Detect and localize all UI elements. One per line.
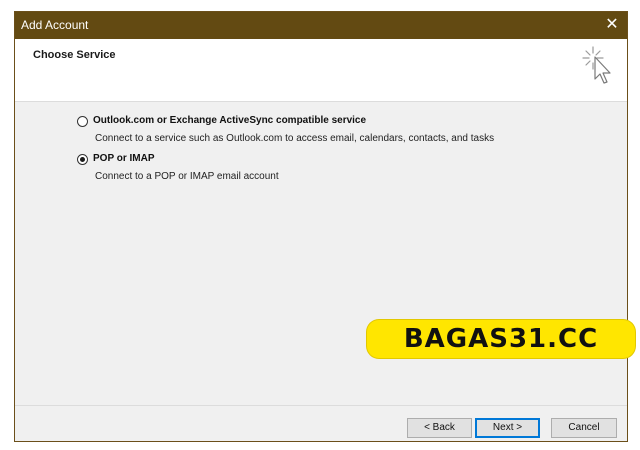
page-title: Choose Service <box>33 49 116 61</box>
watermark-logo: BAGAS31.CC <box>367 320 635 358</box>
window-title: Add Account <box>21 18 89 32</box>
next-button[interactable]: Next > <box>475 418 540 438</box>
option-description: Connect to a POP or IMAP email account <box>95 171 279 182</box>
radio-pop-imap[interactable] <box>77 154 88 165</box>
option-label[interactable]: Outlook.com or Exchange ActiveSync compa… <box>93 115 366 126</box>
close-button[interactable]: ✕ <box>597 12 627 39</box>
header-panel: Choose Service <box>15 39 627 102</box>
option-description: Connect to a service such as Outlook.com… <box>95 133 495 144</box>
title-bar[interactable]: Add Account ✕ <box>15 12 627 39</box>
magic-wand-cursor-icon <box>582 46 611 84</box>
cancel-button[interactable]: Cancel <box>551 418 617 438</box>
radio-exchange-activesync[interactable] <box>77 116 88 127</box>
footer-divider <box>15 405 627 406</box>
option-label[interactable]: POP or IMAP <box>93 153 155 164</box>
add-account-dialog: Add Account ✕ Choose Service Outlook.com… <box>14 11 628 442</box>
back-button[interactable]: < Back <box>407 418 472 438</box>
radio-selected-dot <box>80 157 85 162</box>
